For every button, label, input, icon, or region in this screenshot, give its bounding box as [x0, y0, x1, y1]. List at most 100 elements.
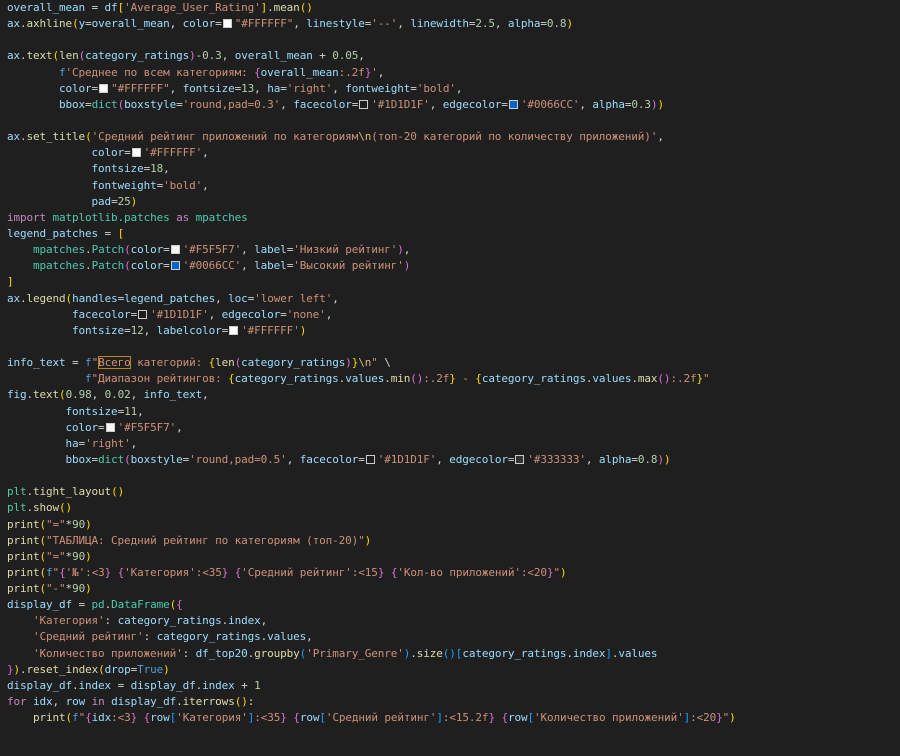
code-token: max: [637, 372, 658, 386]
code-token: :<3: [85, 565, 105, 579]
code-line[interactable]: fontsize=11,: [7, 404, 900, 420]
code-line[interactable]: ax.text(len(category_ratings)-0.3, overa…: [7, 48, 900, 64]
code-line[interactable]: 'Средний рейтинг': category_ratings.valu…: [7, 629, 900, 645]
code-token: ,: [306, 630, 313, 644]
code-line[interactable]: color= '#F5F5F7',: [7, 420, 900, 436]
code-line[interactable]: for idx, row in display_df.iterrows():: [7, 694, 900, 710]
code-line[interactable]: print(f"{idx:<3} {row['Категория']:<35} …: [7, 710, 900, 726]
code-line[interactable]: ]: [7, 274, 900, 290]
code-token: ): [729, 711, 736, 725]
code-token: overall_mean: [91, 17, 170, 31]
code-line[interactable]: ax.set_title('Средний рейтинг приложений…: [7, 129, 900, 145]
color-swatch-icon[interactable]: [359, 99, 369, 109]
code-token: ,: [137, 404, 144, 418]
code-line[interactable]: facecolor= '#1D1D1F', edgecolor='none',: [7, 307, 900, 323]
code-token: ,: [143, 323, 157, 337]
code-token: axhline: [26, 17, 73, 31]
code-editor[interactable]: overall_mean = df ['Average_User_Rating']…: [0, 0, 900, 756]
code-token: ,: [130, 436, 138, 450]
code-token: ax: [7, 17, 21, 31]
code-line[interactable]: f'Среднее по всем категориям: {overall_m…: [7, 65, 900, 81]
code-line[interactable]: info_text = f"Всего категорий: {len(cate…: [7, 355, 900, 371]
code-token: =: [507, 452, 515, 466]
code-line[interactable]: fig.text(0.98, 0.02, info_text,: [7, 387, 900, 403]
code-line[interactable]: color= '#FFFFFF',: [7, 145, 900, 161]
code-line[interactable]: mpatches.Patch(color= '#0066CC', label='В…: [7, 258, 900, 274]
code-line[interactable]: bbox=dict(boxstyle='round,pad=0.5', face…: [7, 452, 900, 468]
code-line[interactable]: plt.show(): [7, 500, 900, 516]
code-token: ,: [169, 81, 183, 95]
color-swatch-icon[interactable]: [131, 148, 141, 158]
color-swatch-icon[interactable]: [222, 19, 232, 29]
code-line[interactable]: print("="*90): [7, 549, 900, 565]
code-line[interactable]: [7, 468, 900, 484]
code-line[interactable]: bbox=dict(boxstyle='round,pad=0.3', face…: [7, 97, 900, 113]
code-token: "-": [46, 582, 66, 596]
code-line[interactable]: ax.legend(handles=legend_patches, loc='l…: [7, 291, 900, 307]
code-line[interactable]: 'Количество приложений': df_top20.groupb…: [7, 646, 900, 662]
code-token: +: [234, 678, 255, 692]
code-line[interactable]: import matplotlib.patches as mpatches: [7, 210, 900, 226]
code-token: =: [111, 678, 131, 692]
color-swatch-icon[interactable]: [138, 309, 148, 319]
code-line[interactable]: fontsize=12, labelcolor= '#FFFFFF'): [7, 323, 900, 339]
code-line[interactable]: legend_patches = [: [7, 226, 900, 242]
code-line[interactable]: display_df = pd.DataFrame({: [7, 597, 900, 613]
color-swatch-icon[interactable]: [105, 422, 115, 432]
code-token: display_df: [111, 695, 177, 709]
code-line[interactable]: fontsize=18,: [7, 161, 900, 177]
color-swatch-icon[interactable]: [170, 245, 180, 255]
code-token: ): [559, 565, 567, 579]
code-line[interactable]: }).reset_index(drop=True): [7, 662, 900, 678]
code-line[interactable]: mpatches.Patch(color= '#F5F5F7', label='Н…: [7, 242, 900, 258]
code-token: -: [455, 372, 476, 386]
code-token: label: [254, 243, 287, 257]
code-token: print: [7, 517, 40, 531]
code-token: text: [33, 388, 60, 402]
code-line[interactable]: print("="*90): [7, 517, 900, 533]
code-token: edgecolor: [449, 452, 508, 466]
code-line[interactable]: [7, 339, 900, 355]
code-line[interactable]: print(f"{'№':<3} {'Категория':<35} {'Сре…: [7, 565, 900, 581]
code-line[interactable]: ax.axhline(y=overall_mean, color= "#FFFFF…: [7, 16, 900, 32]
code-line[interactable]: [7, 32, 900, 48]
code-token: 25: [117, 194, 131, 208]
code-line[interactable]: print("-"*90): [7, 581, 900, 597]
code-token: display_df: [7, 598, 73, 612]
color-swatch-icon[interactable]: [170, 261, 180, 271]
code-token: overall_mean: [234, 49, 313, 63]
code-line[interactable]: 'Категория': category_ratings.index,: [7, 613, 900, 629]
code-line[interactable]: display_df.index = display_df.index + 1: [7, 678, 900, 694]
color-swatch-icon[interactable]: [365, 454, 375, 464]
code-token: 90: [72, 549, 86, 563]
code-line[interactable]: fontweight='bold',: [7, 178, 900, 194]
code-line[interactable]: ha='right',: [7, 436, 900, 452]
code-token: fontsize: [65, 404, 118, 418]
code-token: 0.3: [631, 97, 651, 111]
code-token: edgecolor: [221, 307, 281, 321]
color-swatch-icon[interactable]: [515, 454, 525, 464]
code-line[interactable]: color= "#FFFFFF", fontsize=13, ha='right'…: [7, 81, 900, 97]
code-line[interactable]: pad=25): [7, 194, 900, 210]
code-token: "#FFFFFF": [234, 17, 294, 31]
code-line[interactable]: f"Диапазон рейтингов: {category_ratings.…: [7, 371, 900, 387]
code-token: ,: [202, 178, 209, 192]
code-token: "=": [46, 517, 66, 531]
code-line[interactable]: overall_mean = df['Average_User_Rating']…: [7, 0, 900, 16]
code-token: '#FFFFFF': [143, 146, 203, 160]
code-token: plt: [7, 485, 27, 499]
color-swatch-icon[interactable]: [99, 83, 109, 93]
code-token: print: [7, 565, 40, 579]
code-line[interactable]: [7, 113, 900, 129]
color-swatch-icon[interactable]: [229, 325, 239, 335]
code-line[interactable]: plt.tight_layout(): [7, 484, 900, 500]
code-token: len: [59, 49, 79, 63]
code-token: edgecolor: [442, 97, 502, 111]
color-swatch-icon[interactable]: [508, 99, 518, 109]
code-token: index: [202, 678, 235, 692]
code-line[interactable]: print("ТАБЛИЦА: Средний рейтинг по катег…: [7, 533, 900, 549]
code-token: =: [163, 259, 170, 273]
code-token: ,: [494, 17, 508, 31]
